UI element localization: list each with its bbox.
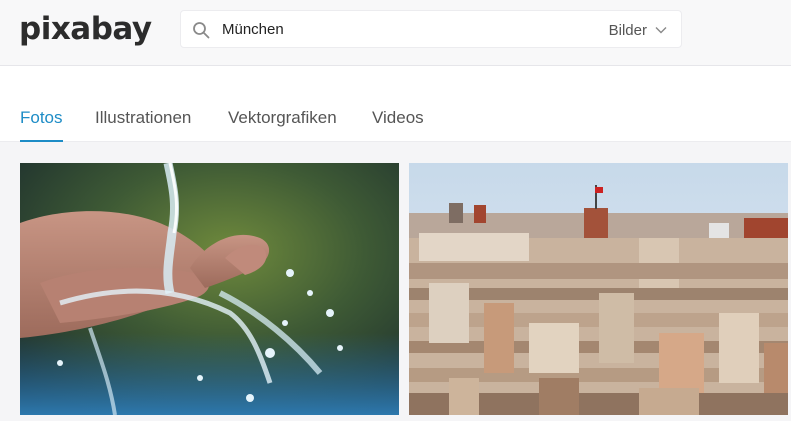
image-gallery xyxy=(0,142,791,421)
media-type-label: Bilder xyxy=(608,21,647,39)
tab-fotos[interactable]: Fotos xyxy=(20,106,63,142)
search-input[interactable]: München xyxy=(222,11,284,49)
photo-hands-water[interactable] xyxy=(20,163,399,415)
city-rooftops-image xyxy=(409,163,788,415)
media-type-dropdown[interactable]: Bilder xyxy=(609,11,667,49)
chevron-down-icon xyxy=(655,27,667,34)
top-header: pixabay München Bilder xyxy=(0,0,791,66)
tab-videos[interactable]: Videos xyxy=(372,106,424,142)
search-icon[interactable] xyxy=(192,21,210,39)
search-bar[interactable]: München Bilder xyxy=(180,10,682,48)
photo-city-rooftops[interactable] xyxy=(409,163,788,415)
media-tabs: Fotos Illustrationen Vektorgrafiken Vide… xyxy=(0,66,791,142)
tab-illustrationen[interactable]: Illustrationen xyxy=(95,106,191,142)
hands-water-image xyxy=(20,163,399,415)
pixabay-logo[interactable]: pixabay xyxy=(19,11,152,47)
tab-vektorgrafiken[interactable]: Vektorgrafiken xyxy=(228,106,337,142)
